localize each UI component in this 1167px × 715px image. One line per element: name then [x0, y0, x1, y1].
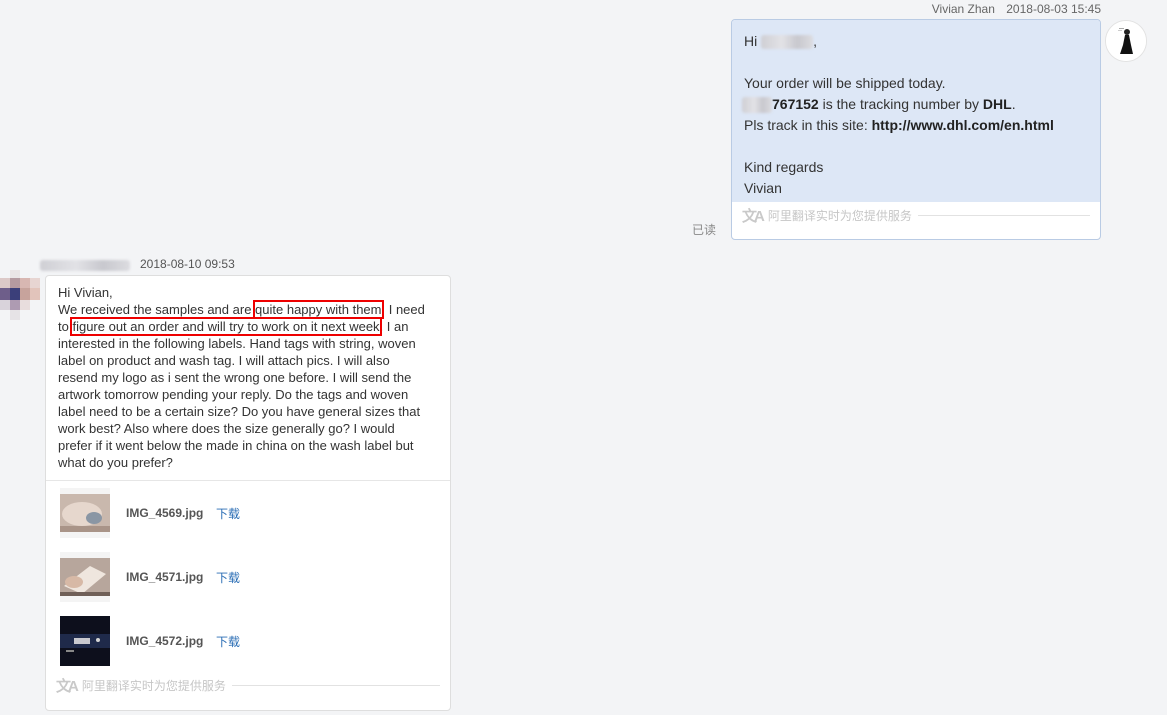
customer-avatar[interactable]	[0, 270, 42, 322]
message-line: Hi Vivian,	[58, 285, 113, 300]
photo-thumbnail-icon	[60, 616, 110, 666]
incoming-message-body: Hi Vivian, We received the samples and a…	[46, 276, 450, 472]
pixelated-avatar-icon	[0, 270, 40, 320]
message-line: work best? Also where does the size gene…	[58, 421, 395, 436]
message-line: label on product and wash tag. I will at…	[58, 353, 390, 368]
attachment-filename[interactable]: IMG_4572.jpg	[126, 634, 203, 648]
track-site-line: Pls track in this site: http://www.dhl.c…	[744, 115, 1088, 136]
person-silhouette-icon	[1106, 21, 1146, 61]
message-text: . I an	[379, 319, 409, 334]
track-url-link[interactable]: http://www.dhl.com/en.html	[872, 117, 1054, 133]
signature-line: Vivian	[744, 180, 782, 196]
photo-thumbnail-icon	[60, 488, 110, 538]
translate-notice: 阿里翻译实时为您提供服务	[767, 208, 912, 223]
message-line: interested in the following labels. Hand…	[58, 336, 416, 351]
translate-service-bar: 文A 阿里翻译实时为您提供服务	[732, 202, 1100, 228]
download-link[interactable]: 下载	[216, 505, 240, 522]
highlighted-phrase: quite happy with them	[253, 300, 384, 319]
message-line: artwork tomorrow pending your reply. Do …	[58, 387, 409, 402]
download-link[interactable]: 下载	[216, 633, 240, 650]
divider	[917, 214, 1090, 216]
greeting-text: Hi	[744, 33, 758, 49]
redacted-name	[761, 35, 814, 50]
redacted-customer-name	[40, 260, 130, 271]
message-line: to figure out an order and will try to w…	[58, 317, 438, 336]
outgoing-message-body: Hi , Your order will be shipped today. 7…	[732, 20, 1100, 202]
tracking-text: is the tracking number by	[818, 96, 983, 112]
download-link[interactable]: 下载	[216, 569, 240, 586]
attachment-list: IMG_4569.jpg 下载 IMG_4571.jpg 下载 IMG_4572…	[46, 480, 450, 681]
attachment-item: IMG_4572.jpg 下载	[60, 615, 240, 667]
read-status: 已读	[692, 223, 717, 237]
track-prefix: Pls track in this site:	[744, 117, 872, 133]
carrier-name: DHL	[982, 96, 1012, 112]
tracking-number: 767152	[772, 96, 819, 112]
attachment-item: IMG_4571.jpg 下载	[60, 551, 240, 603]
attachment-filename[interactable]: IMG_4569.jpg	[126, 506, 203, 520]
tracking-line: 767152 is the tracking number by DHL.	[742, 94, 1088, 115]
image-thumbnail[interactable]	[60, 616, 110, 666]
tracking-period: .	[1011, 96, 1016, 112]
photo-thumbnail-icon	[60, 552, 110, 602]
image-thumbnail[interactable]	[60, 552, 110, 602]
message-timestamp: 2018-08-10 09:53	[140, 257, 235, 271]
incoming-message-bubble: Hi Vivian, We received the samples and a…	[45, 275, 451, 711]
shipped-line: Your order will be shipped today.	[744, 75, 946, 91]
attachment-item: IMG_4569.jpg 下载	[60, 487, 240, 539]
translate-notice: 阿里翻译实时为您提供服务	[81, 678, 226, 693]
message-text: to	[58, 319, 73, 334]
divider	[231, 684, 440, 686]
attachment-filename[interactable]: IMG_4571.jpg	[126, 570, 203, 584]
greeting-line: Hi ,	[744, 31, 1088, 52]
redacted-tracking-prefix	[742, 97, 772, 114]
message-text: . I need	[381, 302, 425, 317]
message-line: resend my logo as i sent the wrong one b…	[58, 370, 412, 385]
message-line: prefer if it went below the made in chin…	[58, 438, 414, 453]
outgoing-sender-line: Vivian Zhan 2018-08-03 15:45	[932, 2, 1101, 16]
greeting-suffix: ,	[813, 33, 818, 49]
sender-name: Vivian Zhan	[931, 2, 995, 16]
regards-line: Kind regards	[744, 159, 824, 175]
message-timestamp: 2018-08-03 15:45	[1006, 2, 1101, 16]
translate-service-bar: 文A 阿里翻译实时为您提供服务	[46, 672, 450, 698]
message-line: We received the samples and are quite ha…	[58, 300, 438, 319]
translate-icon[interactable]: 文A	[742, 205, 765, 226]
message-line: what do you prefer?	[58, 455, 173, 470]
outgoing-message-bubble: Hi , Your order will be shipped today. 7…	[731, 19, 1101, 240]
sender-avatar[interactable]	[1105, 20, 1147, 62]
message-text: We received the samples and are	[58, 302, 256, 317]
image-thumbnail[interactable]	[60, 488, 110, 538]
message-line: label need to be a certain size? Do you …	[58, 404, 421, 419]
highlighted-phrase: figure out an order and will try to work…	[70, 317, 382, 336]
translate-icon[interactable]: 文A	[56, 675, 79, 696]
